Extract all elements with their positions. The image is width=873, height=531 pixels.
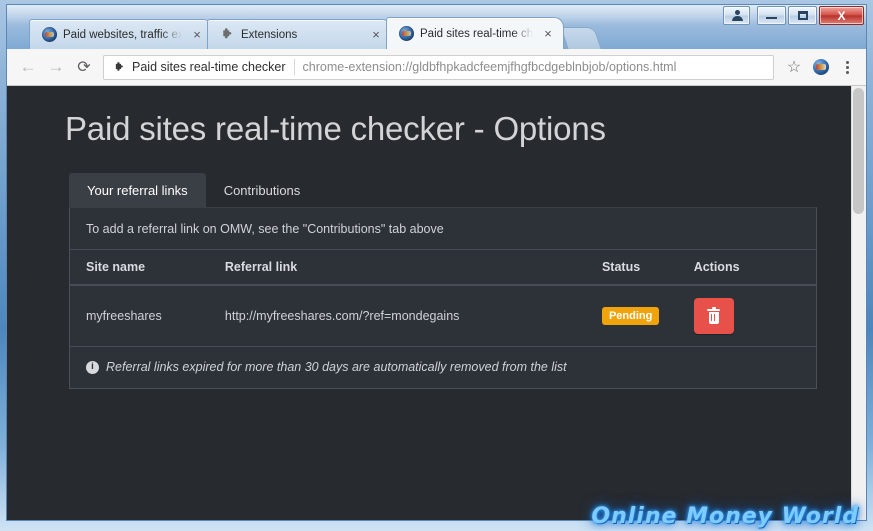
bookmark-button[interactable]: ☆ — [782, 55, 806, 79]
panel-footer-note: i Referral links expired for more than 3… — [70, 347, 816, 388]
table-row: myfreeshares http://myfreeshares.com/?re… — [70, 285, 816, 347]
browser-tab-1[interactable]: Paid websites, traffic exc × — [29, 19, 213, 49]
window-frame: X Paid websites, traffic exc × Extension… — [0, 0, 873, 531]
forward-button[interactable]: → — [43, 54, 69, 80]
kebab-dot-icon — [845, 60, 849, 64]
star-icon: ☆ — [786, 59, 802, 76]
globe-icon — [813, 59, 829, 75]
tab-your-referral-links-label: Your referral links — [87, 183, 188, 198]
browser-tab-3-title: Paid sites real-time chec — [420, 27, 533, 40]
globe-favicon-icon — [42, 27, 57, 42]
extension-name-label: Paid sites real-time checker — [132, 60, 286, 74]
column-header-actions: Actions — [693, 249, 816, 286]
info-icon: i — [86, 360, 99, 374]
maximize-button[interactable] — [788, 6, 817, 25]
referral-links-table: Site name Referral link Status Actions m… — [70, 249, 816, 347]
back-button[interactable]: ← — [15, 54, 41, 80]
puzzle-icon — [112, 60, 126, 74]
extension-options-page: Paid sites real-time checker - Options Y… — [7, 86, 866, 520]
omnibox-divider — [293, 59, 295, 75]
window-controls: X — [721, 6, 864, 25]
close-icon: X — [837, 8, 846, 23]
cell-status: Pending — [601, 285, 694, 347]
user-profile-button[interactable] — [723, 6, 750, 25]
browser-tab-1-close-icon[interactable]: × — [190, 28, 204, 42]
cell-site-name: myfreeshares — [70, 285, 225, 347]
delete-referral-link-button[interactable] — [693, 298, 734, 334]
page-scrollbar-thumb[interactable] — [853, 88, 864, 214]
minimize-button[interactable] — [757, 6, 786, 25]
panel-instruction-text: To add a referral link on OMW, see the "… — [86, 222, 444, 236]
new-tab-button[interactable] — [560, 27, 602, 49]
tab-contributions[interactable]: Contributions — [206, 173, 319, 207]
reload-icon: ⟳ — [77, 59, 91, 76]
chrome-browser-window: X Paid websites, traffic exc × Extension… — [6, 4, 867, 521]
column-header-site-name: Site name — [70, 249, 225, 286]
minimize-icon — [766, 17, 777, 19]
referral-links-panel: To add a referral link on OMW, see the "… — [69, 207, 817, 389]
column-header-status: Status — [601, 249, 694, 286]
browser-tab-2-title: Extensions — [241, 28, 298, 41]
forward-arrow-icon: → — [47, 57, 65, 76]
extension-toolbar-button[interactable] — [808, 54, 834, 80]
kebab-dot-icon — [845, 70, 849, 74]
chrome-menu-button[interactable] — [836, 54, 858, 80]
browser-tab-3-active[interactable]: Paid sites real-time chec × — [386, 17, 564, 49]
address-bar[interactable]: Paid sites real-time checker chrome-exte… — [103, 54, 774, 80]
tab-contributions-label: Contributions — [223, 183, 301, 198]
globe-favicon-icon — [399, 26, 414, 41]
page-scrollbar-track[interactable] — [851, 86, 866, 520]
browser-tab-3-close-icon[interactable]: × — [541, 27, 555, 41]
cell-referral-link: http://myfreeshares.com/?ref=mondegains — [224, 285, 602, 347]
tab-your-referral-links[interactable]: Your referral links — [69, 173, 206, 207]
panel-footer-text: Referral links expired for more than 30 … — [106, 360, 567, 374]
reload-button[interactable]: ⟳ — [71, 54, 97, 80]
options-tab-bar: Your referral links Contributions — [69, 173, 866, 207]
browser-tab-2[interactable]: Extensions × — [207, 19, 392, 49]
browser-tab-2-close-icon[interactable]: × — [369, 28, 383, 42]
close-window-button[interactable]: X — [819, 6, 864, 25]
trash-icon — [707, 306, 721, 324]
browser-tabs: Paid websites, traffic exc × Extensions … — [29, 17, 602, 49]
browser-tab-strip: X Paid websites, traffic exc × Extension… — [7, 5, 866, 49]
column-header-referral-link: Referral link — [224, 249, 602, 286]
address-bar-url: chrome-extension://gldbfhpkadcfeemjfhgfb… — [302, 60, 677, 74]
puzzle-favicon-icon — [220, 27, 235, 42]
kebab-dot-icon — [845, 65, 849, 69]
browser-toolbar: ← → ⟳ Paid sites real-time checker chrom… — [7, 49, 866, 86]
table-header-row: Site name Referral link Status Actions — [70, 249, 816, 286]
user-icon — [731, 10, 743, 21]
watermark: Online Money World — [591, 504, 859, 529]
back-arrow-icon: ← — [19, 57, 37, 76]
browser-tab-1-title: Paid websites, traffic exc — [63, 28, 182, 41]
maximize-icon — [797, 11, 808, 20]
cell-actions — [693, 285, 816, 347]
status-badge: Pending — [601, 306, 660, 326]
page-title: Paid sites real-time checker - Options — [65, 110, 606, 147]
